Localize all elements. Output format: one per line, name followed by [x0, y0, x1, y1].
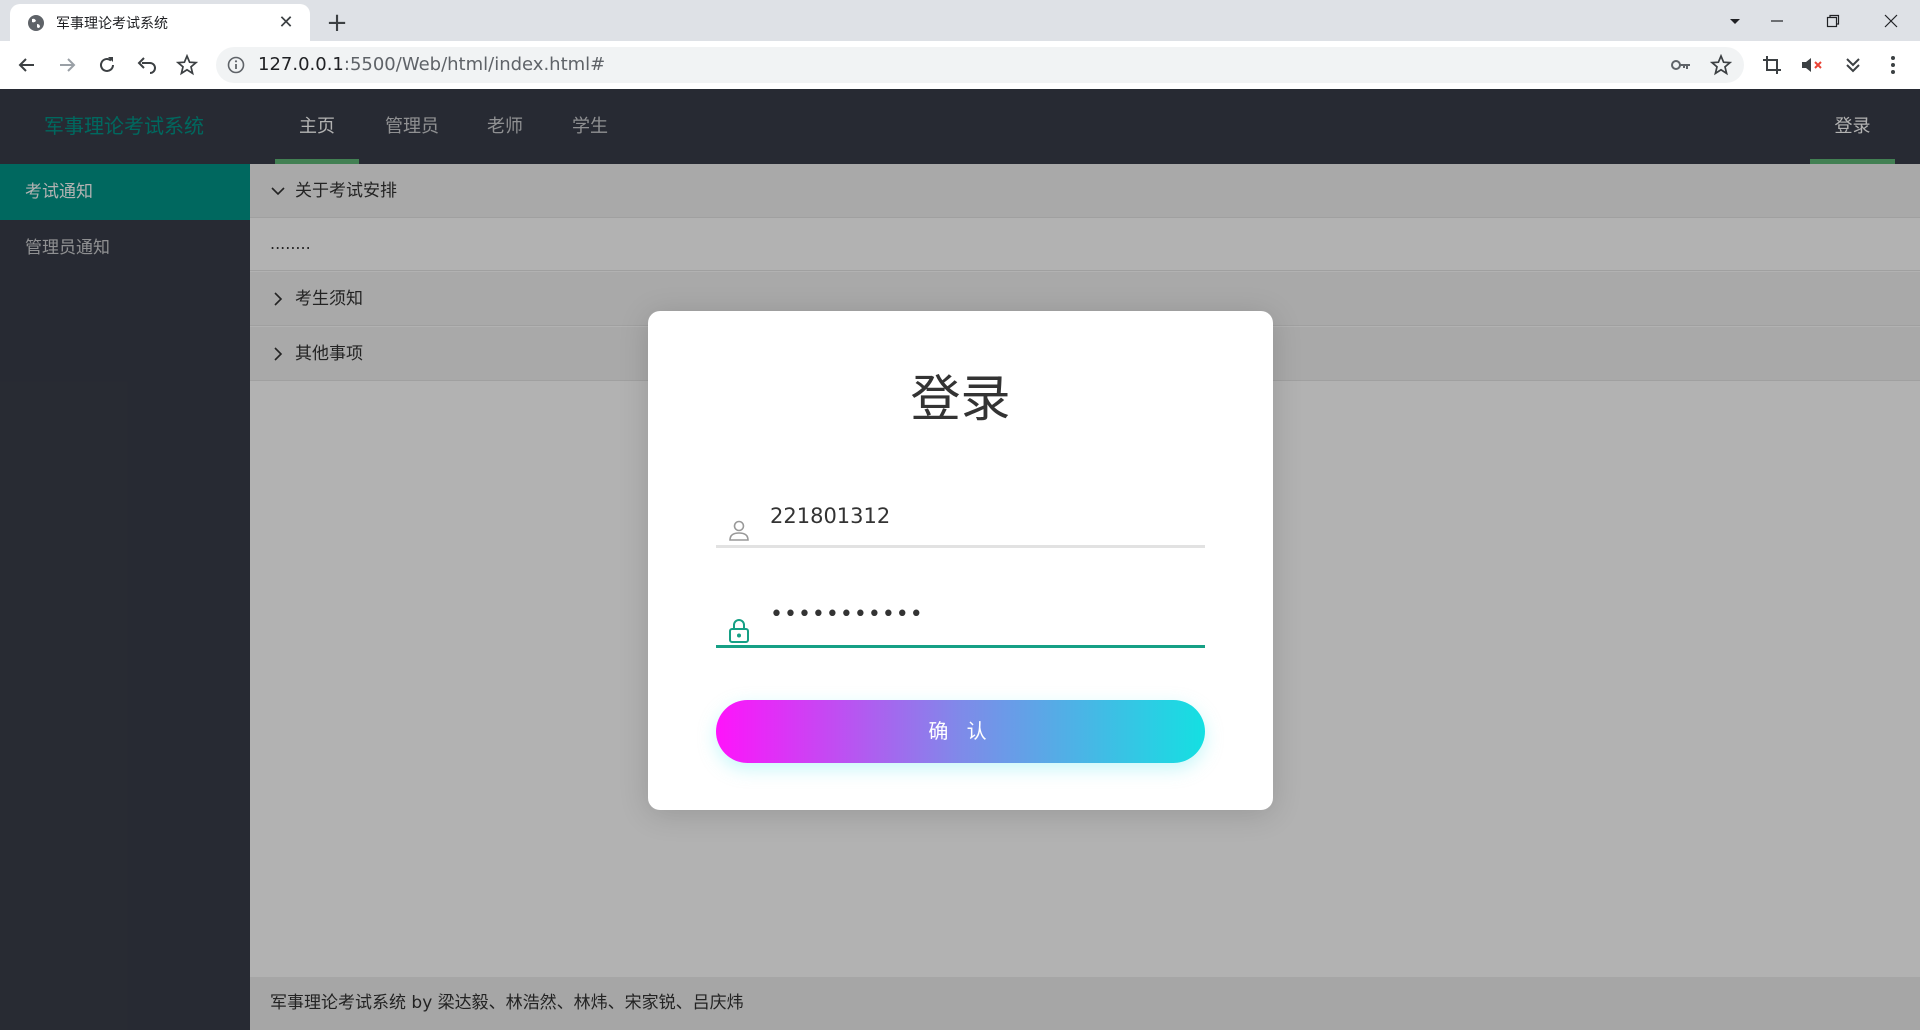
- bookmark-button[interactable]: [172, 50, 202, 80]
- double-chevron-down-icon: [1846, 58, 1860, 73]
- speaker-muted-icon: [1802, 58, 1822, 72]
- kebab-menu-icon: [1891, 56, 1895, 74]
- globe-icon: [28, 14, 44, 31]
- user-icon: [729, 520, 749, 541]
- menu-button[interactable]: [1878, 50, 1908, 80]
- tab-title: 军事理论考试系统: [56, 15, 168, 32]
- back-button[interactable]: [12, 50, 42, 80]
- minimize-button[interactable]: [1750, 0, 1804, 41]
- browser-tab[interactable]: 军事理论考试系统 ✕: [10, 4, 310, 41]
- modal-title: 登录: [910, 370, 1011, 428]
- mute-button[interactable]: [1797, 50, 1827, 80]
- url-text[interactable]: 127.0.0.1:5500/Web/html/index.html#: [258, 47, 605, 83]
- username-value: 221801312: [770, 504, 891, 528]
- star-icon: [176, 54, 198, 76]
- tab-strip: 军事理论考试系统 ✕ +: [0, 0, 1920, 41]
- confirm-button[interactable]: 确 认: [716, 700, 1205, 763]
- crop-icon: [1763, 56, 1781, 74]
- page: 军事理论考试系统 主页 管理员 老师 学生 登录 考试通知 管理员通知 关于考试…: [0, 89, 1920, 1030]
- undo-button[interactable]: [132, 50, 162, 80]
- url-host: 127.0.0.1: [258, 54, 344, 75]
- reload-icon: [100, 57, 114, 72]
- close-icon: [1884, 14, 1898, 27]
- browser-toolbar: 127.0.0.1:5500/Web/html/index.html#: [0, 41, 1920, 89]
- crop-button[interactable]: [1757, 50, 1787, 80]
- reload-button[interactable]: [92, 50, 122, 80]
- url-path: :5500/Web/html/index.html#: [343, 54, 606, 75]
- close-tab-icon[interactable]: ✕: [276, 12, 296, 33]
- new-tab-button[interactable]: +: [322, 8, 352, 38]
- username-field[interactable]: 221801312: [716, 492, 1205, 548]
- lock-icon: [729, 619, 749, 643]
- caret-down-icon: [1730, 18, 1740, 24]
- minimize-icon: [1771, 19, 1783, 22]
- password-field[interactable]: •••••••••••: [716, 592, 1205, 648]
- restore-button[interactable]: [1806, 0, 1860, 41]
- restore-icon: [1826, 14, 1840, 27]
- forward-button[interactable]: [52, 50, 82, 80]
- undo-icon: [137, 57, 156, 74]
- key-icon[interactable]: [1670, 55, 1692, 75]
- extensions-button[interactable]: [1838, 50, 1868, 80]
- info-icon[interactable]: [226, 55, 246, 75]
- arrow-left-icon: [18, 58, 34, 72]
- arrow-right-icon: [60, 58, 76, 72]
- login-modal: 登录 221801312 ••••••••••• 确 认: [648, 311, 1273, 810]
- star-outline-icon[interactable]: [1710, 54, 1732, 76]
- address-bar[interactable]: 127.0.0.1:5500/Web/html/index.html#: [216, 47, 1744, 83]
- close-window-button[interactable]: [1864, 0, 1918, 41]
- password-value: •••••••••••: [770, 602, 924, 627]
